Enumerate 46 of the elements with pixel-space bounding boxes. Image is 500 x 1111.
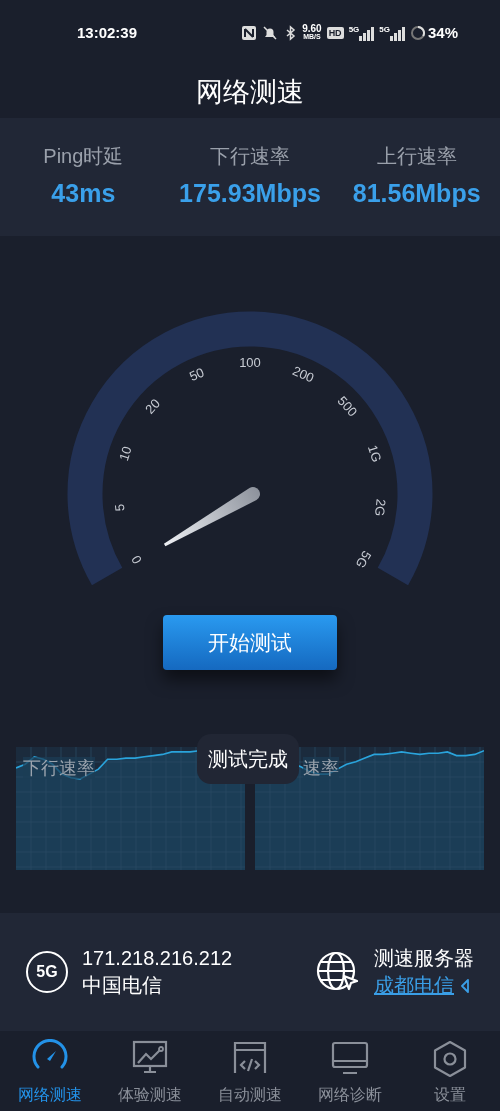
gauge-tick-label: 5G [352, 548, 375, 571]
stat-value: 43ms [51, 178, 116, 210]
gauge-tick-label: 1G [364, 442, 385, 465]
globe-cursor-icon [316, 951, 360, 993]
server-link[interactable]: 成都电信 [374, 972, 454, 999]
tab[interactable]: 设置 [400, 1031, 500, 1111]
gauge-tick-label: 0 [128, 552, 145, 567]
chart-label: 速率 [303, 757, 339, 779]
gauge-tick-label: 5 [111, 503, 128, 513]
gauge-tick-label: 200 [290, 363, 317, 386]
ip-address: 171.218.216.212 [82, 946, 233, 971]
tab[interactable]: 网络诊断 [300, 1031, 400, 1111]
stat-label: Ping时延 [43, 144, 124, 170]
gauge-tick-label: 500 [334, 393, 361, 420]
triangle-icon[interactable] [460, 978, 470, 993]
gauge-tick-label: 20 [142, 395, 163, 417]
stat-value: 81.56Mbps [352, 178, 481, 210]
chart-label: 下行速率 [23, 757, 95, 779]
network-type: 5G [348, 25, 360, 34]
network-speed: 9.60 [302, 25, 322, 33]
battery-level: 34% [427, 22, 458, 43]
gauge-tick-label: 10 [116, 444, 135, 463]
gauge-tick-label: 2G [372, 498, 389, 518]
stat-value: 175.93Mbps [179, 178, 321, 210]
signal-icon [359, 25, 375, 41]
tab[interactable]: 网络测速 [0, 1031, 100, 1111]
gauge-tick-label: 50 [187, 364, 207, 385]
signal-icon [389, 25, 405, 41]
battery-ring-icon [409, 25, 426, 41]
muted-bell-icon [262, 25, 279, 41]
toast: 测试完成 [197, 734, 299, 784]
monitor-icon[interactable] [330, 1039, 370, 1077]
stat-label: 上行速率 [376, 144, 457, 170]
gauge-tick-label: 100 [239, 355, 261, 371]
tab[interactable]: 自动测速 [200, 1031, 300, 1111]
tab[interactable]: 体验测速 [100, 1031, 200, 1111]
stat-label: 下行速率 [210, 144, 290, 170]
start-test-button[interactable]: 开始测试 [163, 615, 337, 670]
network-type: 5G [379, 25, 390, 34]
server-label: 测速服务器 [374, 946, 474, 971]
clock: 13:02:39 [77, 22, 138, 43]
nfc-icon [241, 25, 258, 41]
carrier-name: 中国电信 [82, 973, 163, 998]
page-title: 网络测速 [195, 75, 305, 109]
hd-badge: HD [326, 27, 344, 39]
network-type-badge: 5G [26, 951, 68, 993]
